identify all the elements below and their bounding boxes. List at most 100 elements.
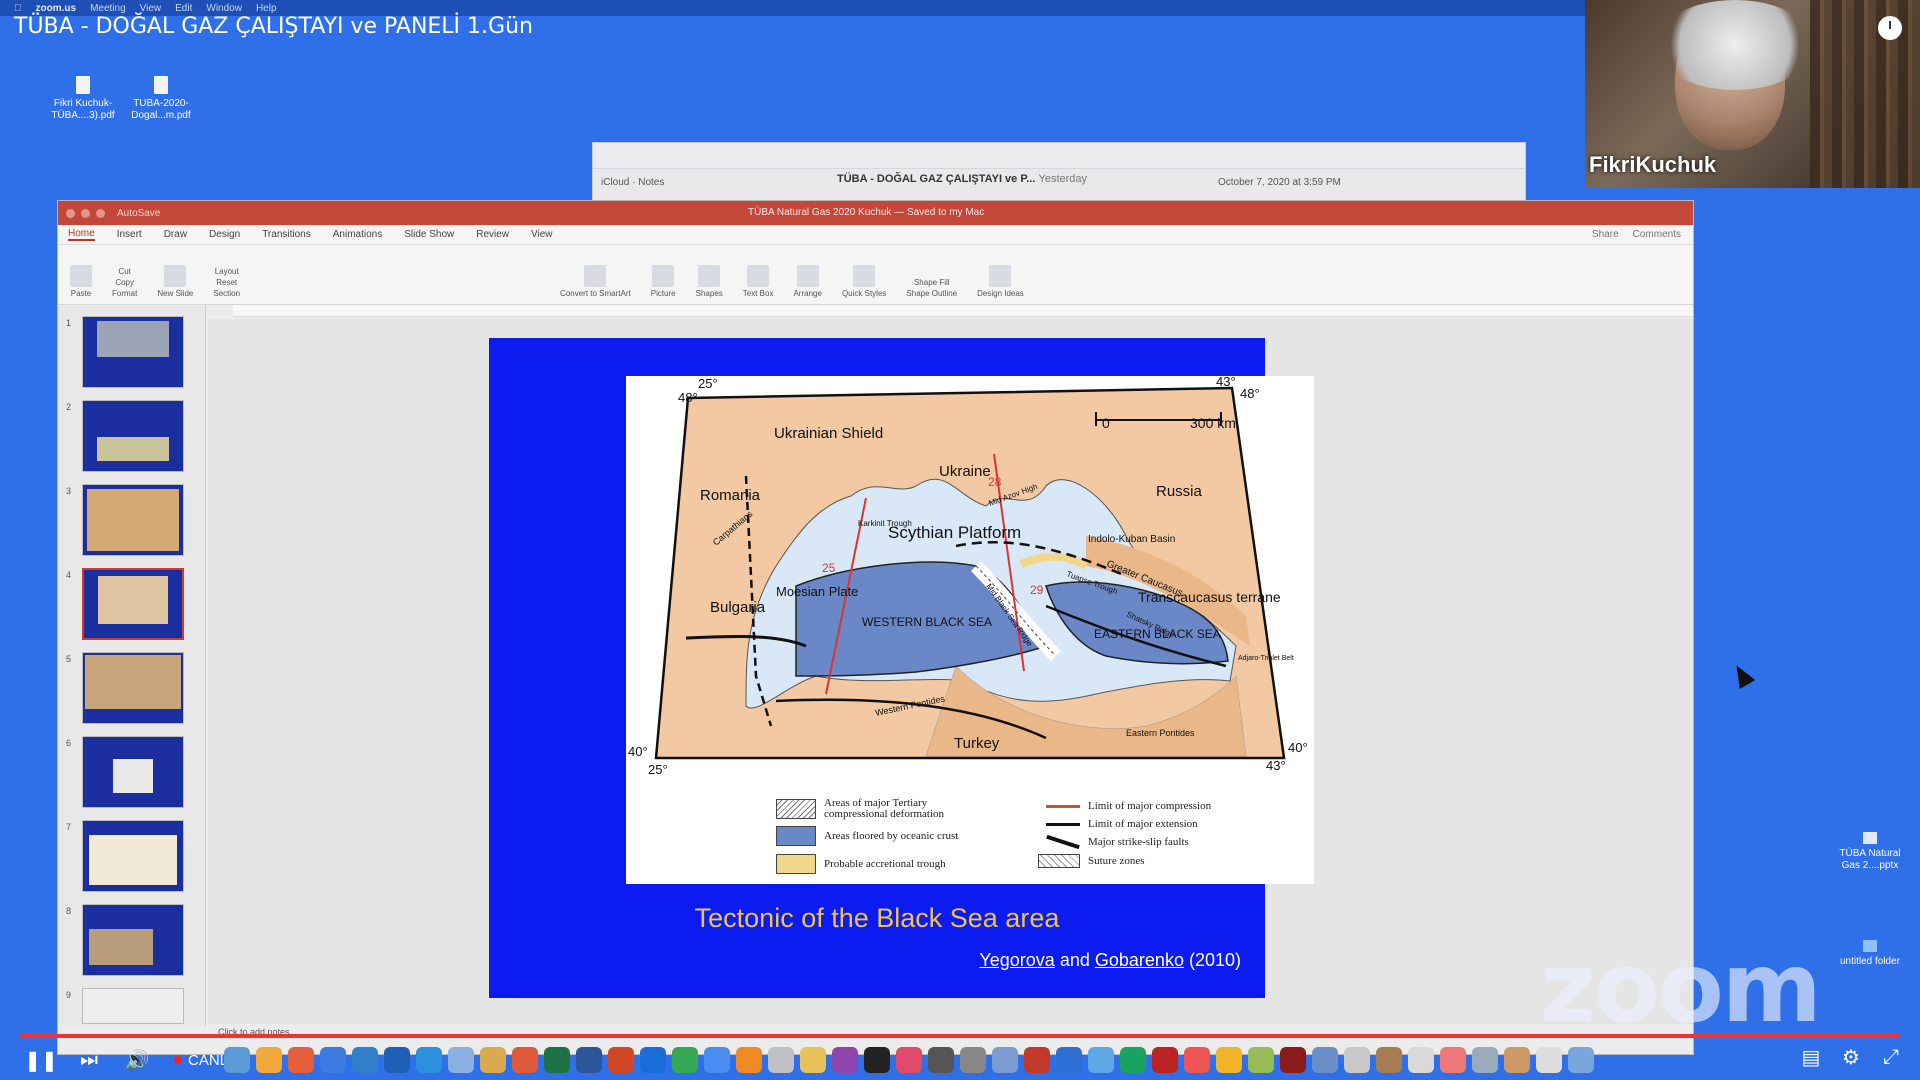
- dock-app-icon[interactable]: [960, 1047, 986, 1073]
- dock-app-icon[interactable]: [672, 1047, 698, 1073]
- dock-app-icon[interactable]: [224, 1047, 250, 1073]
- dock-app-icon[interactable]: [320, 1047, 346, 1073]
- powerpoint-window[interactable]: AutoSave TÜBA Natural Gas 2020 Kuchuk — …: [57, 200, 1694, 1055]
- slide-thumbnail-8[interactable]: [82, 904, 184, 976]
- dock-app-icon[interactable]: [1152, 1047, 1178, 1073]
- window-controls[interactable]: [58, 208, 105, 218]
- slide-thumbnail-2[interactable]: [82, 400, 184, 472]
- settings-gear-icon[interactable]: ⚙: [1840, 1046, 1862, 1069]
- tab-slide-show[interactable]: Slide Show: [404, 229, 454, 240]
- apple-icon[interactable]: : [14, 3, 22, 14]
- captions-icon[interactable]: ▤: [1800, 1046, 1822, 1069]
- dock-app-icon[interactable]: [1056, 1047, 1082, 1073]
- dock-app-icon[interactable]: [832, 1047, 858, 1073]
- slide-thumbnail-6[interactable]: [82, 736, 184, 808]
- paste-button[interactable]: Paste: [70, 265, 92, 298]
- dock-app-icon[interactable]: [256, 1047, 282, 1073]
- slide-thumbnail-3[interactable]: [82, 484, 184, 556]
- tab-home[interactable]: Home: [68, 228, 95, 241]
- next-icon[interactable]: ⏭: [78, 1049, 100, 1071]
- dock-app-icon[interactable]: [1344, 1047, 1370, 1073]
- tab-view[interactable]: View: [531, 229, 553, 240]
- comments-button[interactable]: Comments: [1633, 229, 1681, 240]
- speaker-video[interactable]: FikriKuchuk: [1585, 0, 1920, 188]
- menubar-item-edit[interactable]: Edit: [175, 3, 192, 14]
- shapes-button[interactable]: Shapes: [696, 265, 723, 298]
- dock-app-icon[interactable]: [704, 1047, 730, 1073]
- dock-app-icon[interactable]: [288, 1047, 314, 1073]
- pause-icon[interactable]: ❚❚: [24, 1049, 58, 1072]
- dock-app-icon[interactable]: [1568, 1047, 1594, 1073]
- text-box-button[interactable]: Text Box: [743, 265, 773, 298]
- tab-draw[interactable]: Draw: [164, 229, 187, 240]
- tab-design[interactable]: Design: [209, 229, 240, 240]
- dock-app-icon[interactable]: [1248, 1047, 1274, 1073]
- menubar-item-meeting[interactable]: Meeting: [90, 3, 126, 14]
- arrange-button[interactable]: Arrange: [793, 265, 822, 298]
- slide-thumbnail-7[interactable]: [82, 820, 184, 892]
- quick-styles-button[interactable]: Quick Styles: [842, 265, 886, 298]
- shape-fill-button[interactable]: Shape Fill Shape Outline: [906, 278, 957, 298]
- menubar-item-view[interactable]: View: [140, 3, 162, 14]
- slide-canvas[interactable]: 25° 43° 48° 48° 40° 40° 25° 43° 0 300 km…: [208, 319, 1693, 1024]
- tab-insert[interactable]: Insert: [117, 229, 142, 240]
- dock-app-icon[interactable]: [1216, 1047, 1242, 1073]
- dock-app-icon[interactable]: [384, 1047, 410, 1073]
- dock-app-icon[interactable]: [864, 1047, 890, 1073]
- slide-thumbnail-1[interactable]: [82, 316, 184, 388]
- exit-fullscreen-icon[interactable]: ⤢: [1880, 1046, 1902, 1068]
- desktop-file-pptx[interactable]: TÜBA Natural Gas 2....pptx: [1830, 832, 1910, 872]
- desktop-folder[interactable]: untitled folder: [1830, 940, 1910, 968]
- dock-app-icon[interactable]: [576, 1047, 602, 1073]
- dock-app-icon[interactable]: [1024, 1047, 1050, 1073]
- autosave-toggle[interactable]: AutoSave: [117, 208, 160, 219]
- dock-app-icon[interactable]: [1440, 1047, 1466, 1073]
- tab-review[interactable]: Review: [476, 229, 509, 240]
- notes-window[interactable]: iCloud · Notes TÜBA - DOĞAL GAZ ÇALIŞTAY…: [592, 142, 1526, 202]
- dock-app-icon[interactable]: [1088, 1047, 1114, 1073]
- slide-thumbnail-9[interactable]: [82, 988, 184, 1024]
- picture-button[interactable]: Picture: [651, 265, 676, 298]
- dock-app-icon[interactable]: [608, 1047, 634, 1073]
- convert-smartart-button[interactable]: Convert to SmartArt: [560, 265, 631, 298]
- clock-icon[interactable]: [1878, 16, 1902, 40]
- dock-app-icon[interactable]: [640, 1047, 666, 1073]
- dock-app-icon[interactable]: [768, 1047, 794, 1073]
- menubar-app[interactable]: zoom.us: [36, 3, 77, 14]
- desktop-file-1[interactable]: Fikri Kuchuk-TÜBA....3).pdf: [44, 76, 122, 122]
- dock-app-icon[interactable]: [352, 1047, 378, 1073]
- slide-thumbnail-5[interactable]: [82, 652, 184, 724]
- dock-app-icon[interactable]: [416, 1047, 442, 1073]
- dock-app-icon[interactable]: [480, 1047, 506, 1073]
- dock-app-icon[interactable]: [1472, 1047, 1498, 1073]
- current-slide[interactable]: 25° 43° 48° 48° 40° 40° 25° 43° 0 300 km…: [489, 338, 1314, 998]
- cut-button[interactable]: Cut Copy Format: [112, 267, 137, 298]
- dock-app-icon[interactable]: [1408, 1047, 1434, 1073]
- menubar-item-window[interactable]: Window: [206, 3, 242, 14]
- dock-app-icon[interactable]: [512, 1047, 538, 1073]
- dock-app-icon[interactable]: [992, 1047, 1018, 1073]
- note-title[interactable]: TÜBA - DOĞAL GAZ ÇALIŞTAYI ve P... Yeste…: [837, 173, 1087, 185]
- layout-button[interactable]: Layout Reset Section: [213, 267, 240, 298]
- design-ideas-button[interactable]: Design Ideas: [977, 265, 1024, 298]
- slide-thumbnail-4[interactable]: [82, 568, 184, 640]
- dock-app-icon[interactable]: [544, 1047, 570, 1073]
- dock-app-icon[interactable]: [1120, 1047, 1146, 1073]
- dock-app-icon[interactable]: [1504, 1047, 1530, 1073]
- menubar-item-help[interactable]: Help: [256, 3, 277, 14]
- dock-app-icon[interactable]: [1376, 1047, 1402, 1073]
- new-slide-button[interactable]: New Slide: [157, 265, 193, 298]
- dock-app-icon[interactable]: [800, 1047, 826, 1073]
- dock-app-icon[interactable]: [928, 1047, 954, 1073]
- dock-app-icon[interactable]: [736, 1047, 762, 1073]
- dock-app-icon[interactable]: [1184, 1047, 1210, 1073]
- playback-progress[interactable]: [20, 1034, 1900, 1038]
- volume-icon[interactable]: 🔊: [125, 1049, 150, 1072]
- tab-transitions[interactable]: Transitions: [262, 229, 311, 240]
- dock-app-icon[interactable]: [448, 1047, 474, 1073]
- dock-app-icon[interactable]: [1280, 1047, 1306, 1073]
- desktop-file-2[interactable]: TUBA-2020-Dogal...m.pdf: [122, 76, 200, 122]
- dock-app-icon[interactable]: [1312, 1047, 1338, 1073]
- dock-app-icon[interactable]: [896, 1047, 922, 1073]
- share-button[interactable]: Share: [1592, 229, 1619, 240]
